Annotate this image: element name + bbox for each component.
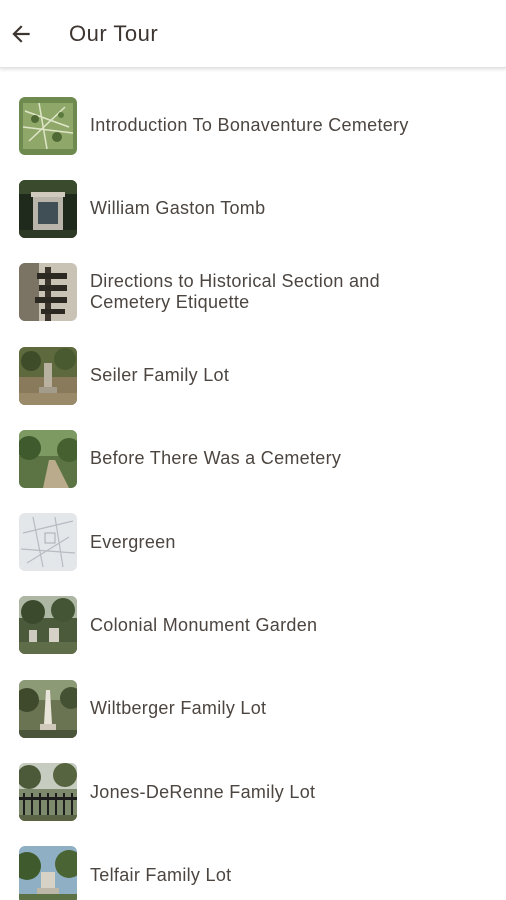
page-title: Our Tour — [69, 20, 159, 46]
tour-item-seiler[interactable]: Seiler Family Lot — [0, 334, 506, 417]
path-thumbnail — [19, 429, 77, 488]
tour-item-label: Colonial Monument Garden — [90, 614, 318, 635]
tour-item-label: Wiltberger Family Lot — [90, 698, 267, 719]
tour-item-label: Seiler Family Lot — [90, 365, 230, 386]
tour-item-label: Telfair Family Lot — [90, 864, 232, 885]
arrow-back-icon — [12, 24, 30, 43]
tour-item-label: Before There Was a Cemetery — [90, 448, 342, 469]
sketch-map-thumbnail — [19, 513, 77, 572]
map-thumbnail — [19, 96, 77, 155]
obelisk-thumbnail — [19, 679, 77, 738]
tour-item-wiltberger[interactable]: Wiltberger Family Lot — [0, 667, 506, 750]
tour-list: Introduction To Bonaventure Cemetery Wil… — [0, 84, 506, 900]
tour-item-telfair[interactable]: Telfair Family Lot — [0, 834, 506, 900]
tour-item-before-cemetery[interactable]: Before There Was a Cemetery — [0, 417, 506, 500]
tomb-thumbnail — [19, 179, 77, 238]
tour-item-label: Directions to Historical Section and Cem… — [90, 271, 380, 313]
telfair-thumbnail — [19, 846, 77, 900]
signpost-thumbnail — [19, 263, 77, 322]
garden-thumbnail — [19, 596, 77, 655]
tour-item-colonial[interactable]: Colonial Monument Garden — [0, 584, 506, 667]
tour-item-evergreen[interactable]: Evergreen — [0, 500, 506, 583]
tour-item-directions[interactable]: Directions to Historical Section and Cem… — [0, 251, 506, 334]
app-bar: Our Tour — [0, 0, 506, 68]
tour-item-introduction[interactable]: Introduction To Bonaventure Cemetery — [0, 84, 506, 167]
fenced-lot-thumbnail — [19, 763, 77, 822]
tour-item-gaston-tomb[interactable]: William Gaston Tomb — [0, 167, 506, 250]
tour-item-label: Jones-DeRenne Family Lot — [90, 781, 316, 802]
back-button[interactable] — [0, 13, 42, 55]
tour-item-jones-derenne[interactable]: Jones-DeRenne Family Lot — [0, 750, 506, 833]
tour-item-label: William Gaston Tomb — [90, 198, 266, 219]
tour-item-label: Evergreen — [90, 531, 176, 552]
monument-thumbnail — [19, 346, 77, 405]
tour-item-label: Introduction To Bonaventure Cemetery — [90, 115, 409, 136]
